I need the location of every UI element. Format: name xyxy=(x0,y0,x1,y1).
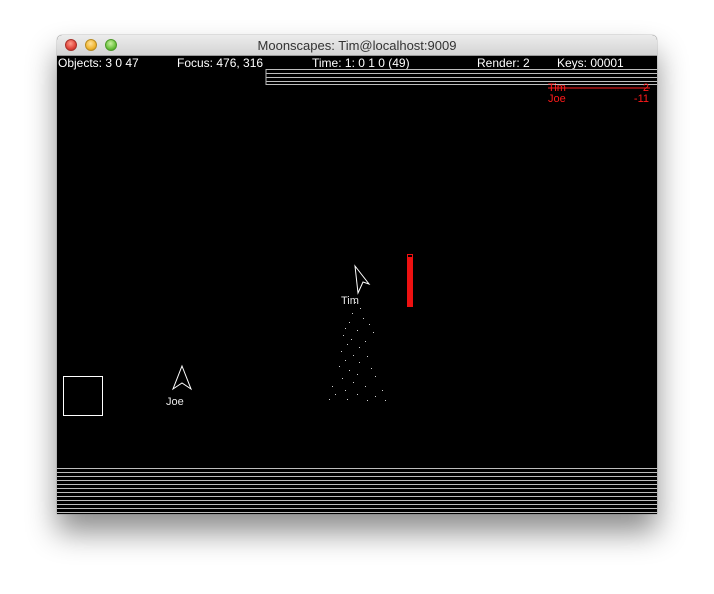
health-bar xyxy=(407,257,413,307)
game-window: Moonscapes: Tim@localhost:9009 Objects: … xyxy=(57,35,657,514)
player-label-joe: Joe xyxy=(166,396,184,408)
game-canvas[interactable]: Objects: 3 0 47 Focus: 476, 316 Time: 1:… xyxy=(57,56,657,514)
window-title: Moonscapes: Tim@localhost:9009 xyxy=(257,38,457,53)
scene xyxy=(63,254,413,416)
player-label-tim: Tim xyxy=(341,295,359,307)
square-object xyxy=(63,376,103,416)
ship-tim-icon xyxy=(354,264,371,295)
ship-joe-icon xyxy=(171,364,193,391)
title-bar[interactable]: Moonscapes: Tim@localhost:9009 xyxy=(57,35,657,56)
exhaust-particles xyxy=(329,302,386,401)
